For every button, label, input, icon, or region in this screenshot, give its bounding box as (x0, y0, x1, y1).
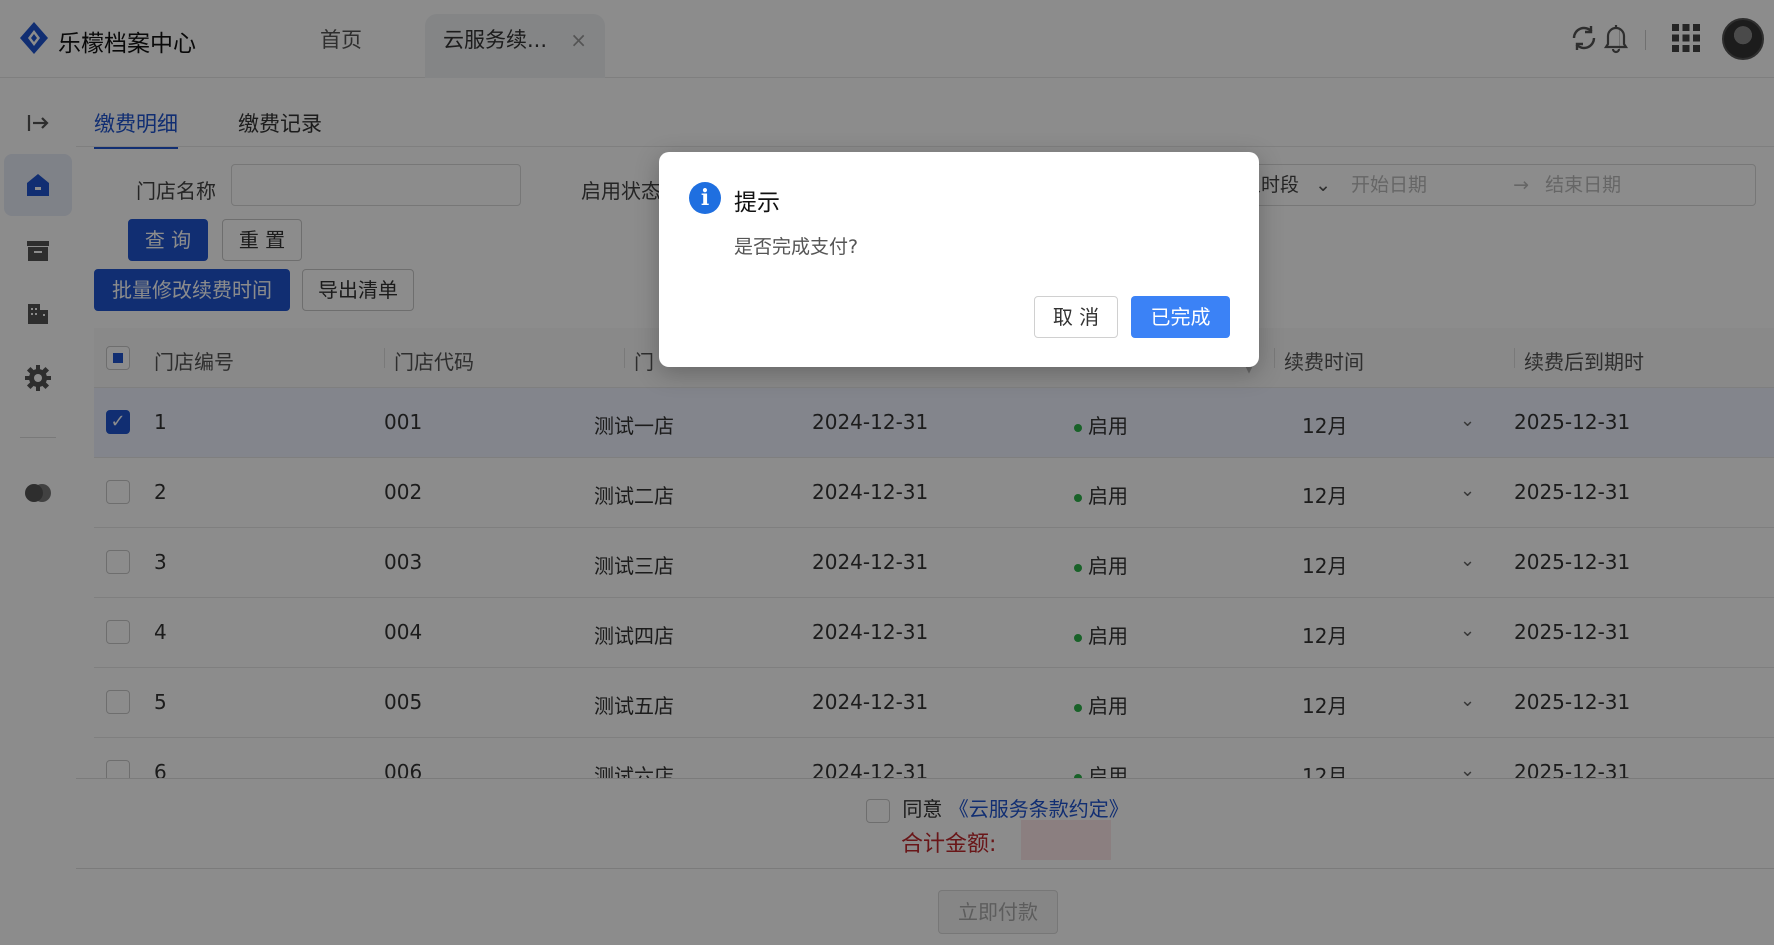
info-icon: i (689, 182, 721, 214)
completed-button[interactable]: 已完成 (1131, 296, 1230, 338)
cancel-button[interactable]: 取 消 (1034, 296, 1118, 338)
modal-mask[interactable] (0, 0, 1774, 945)
dialog-message: 是否完成支付? (734, 236, 859, 258)
dialog-title: 提示 (734, 190, 780, 216)
confirm-dialog: i 提示 是否完成支付? 取 消 已完成 (659, 152, 1259, 367)
